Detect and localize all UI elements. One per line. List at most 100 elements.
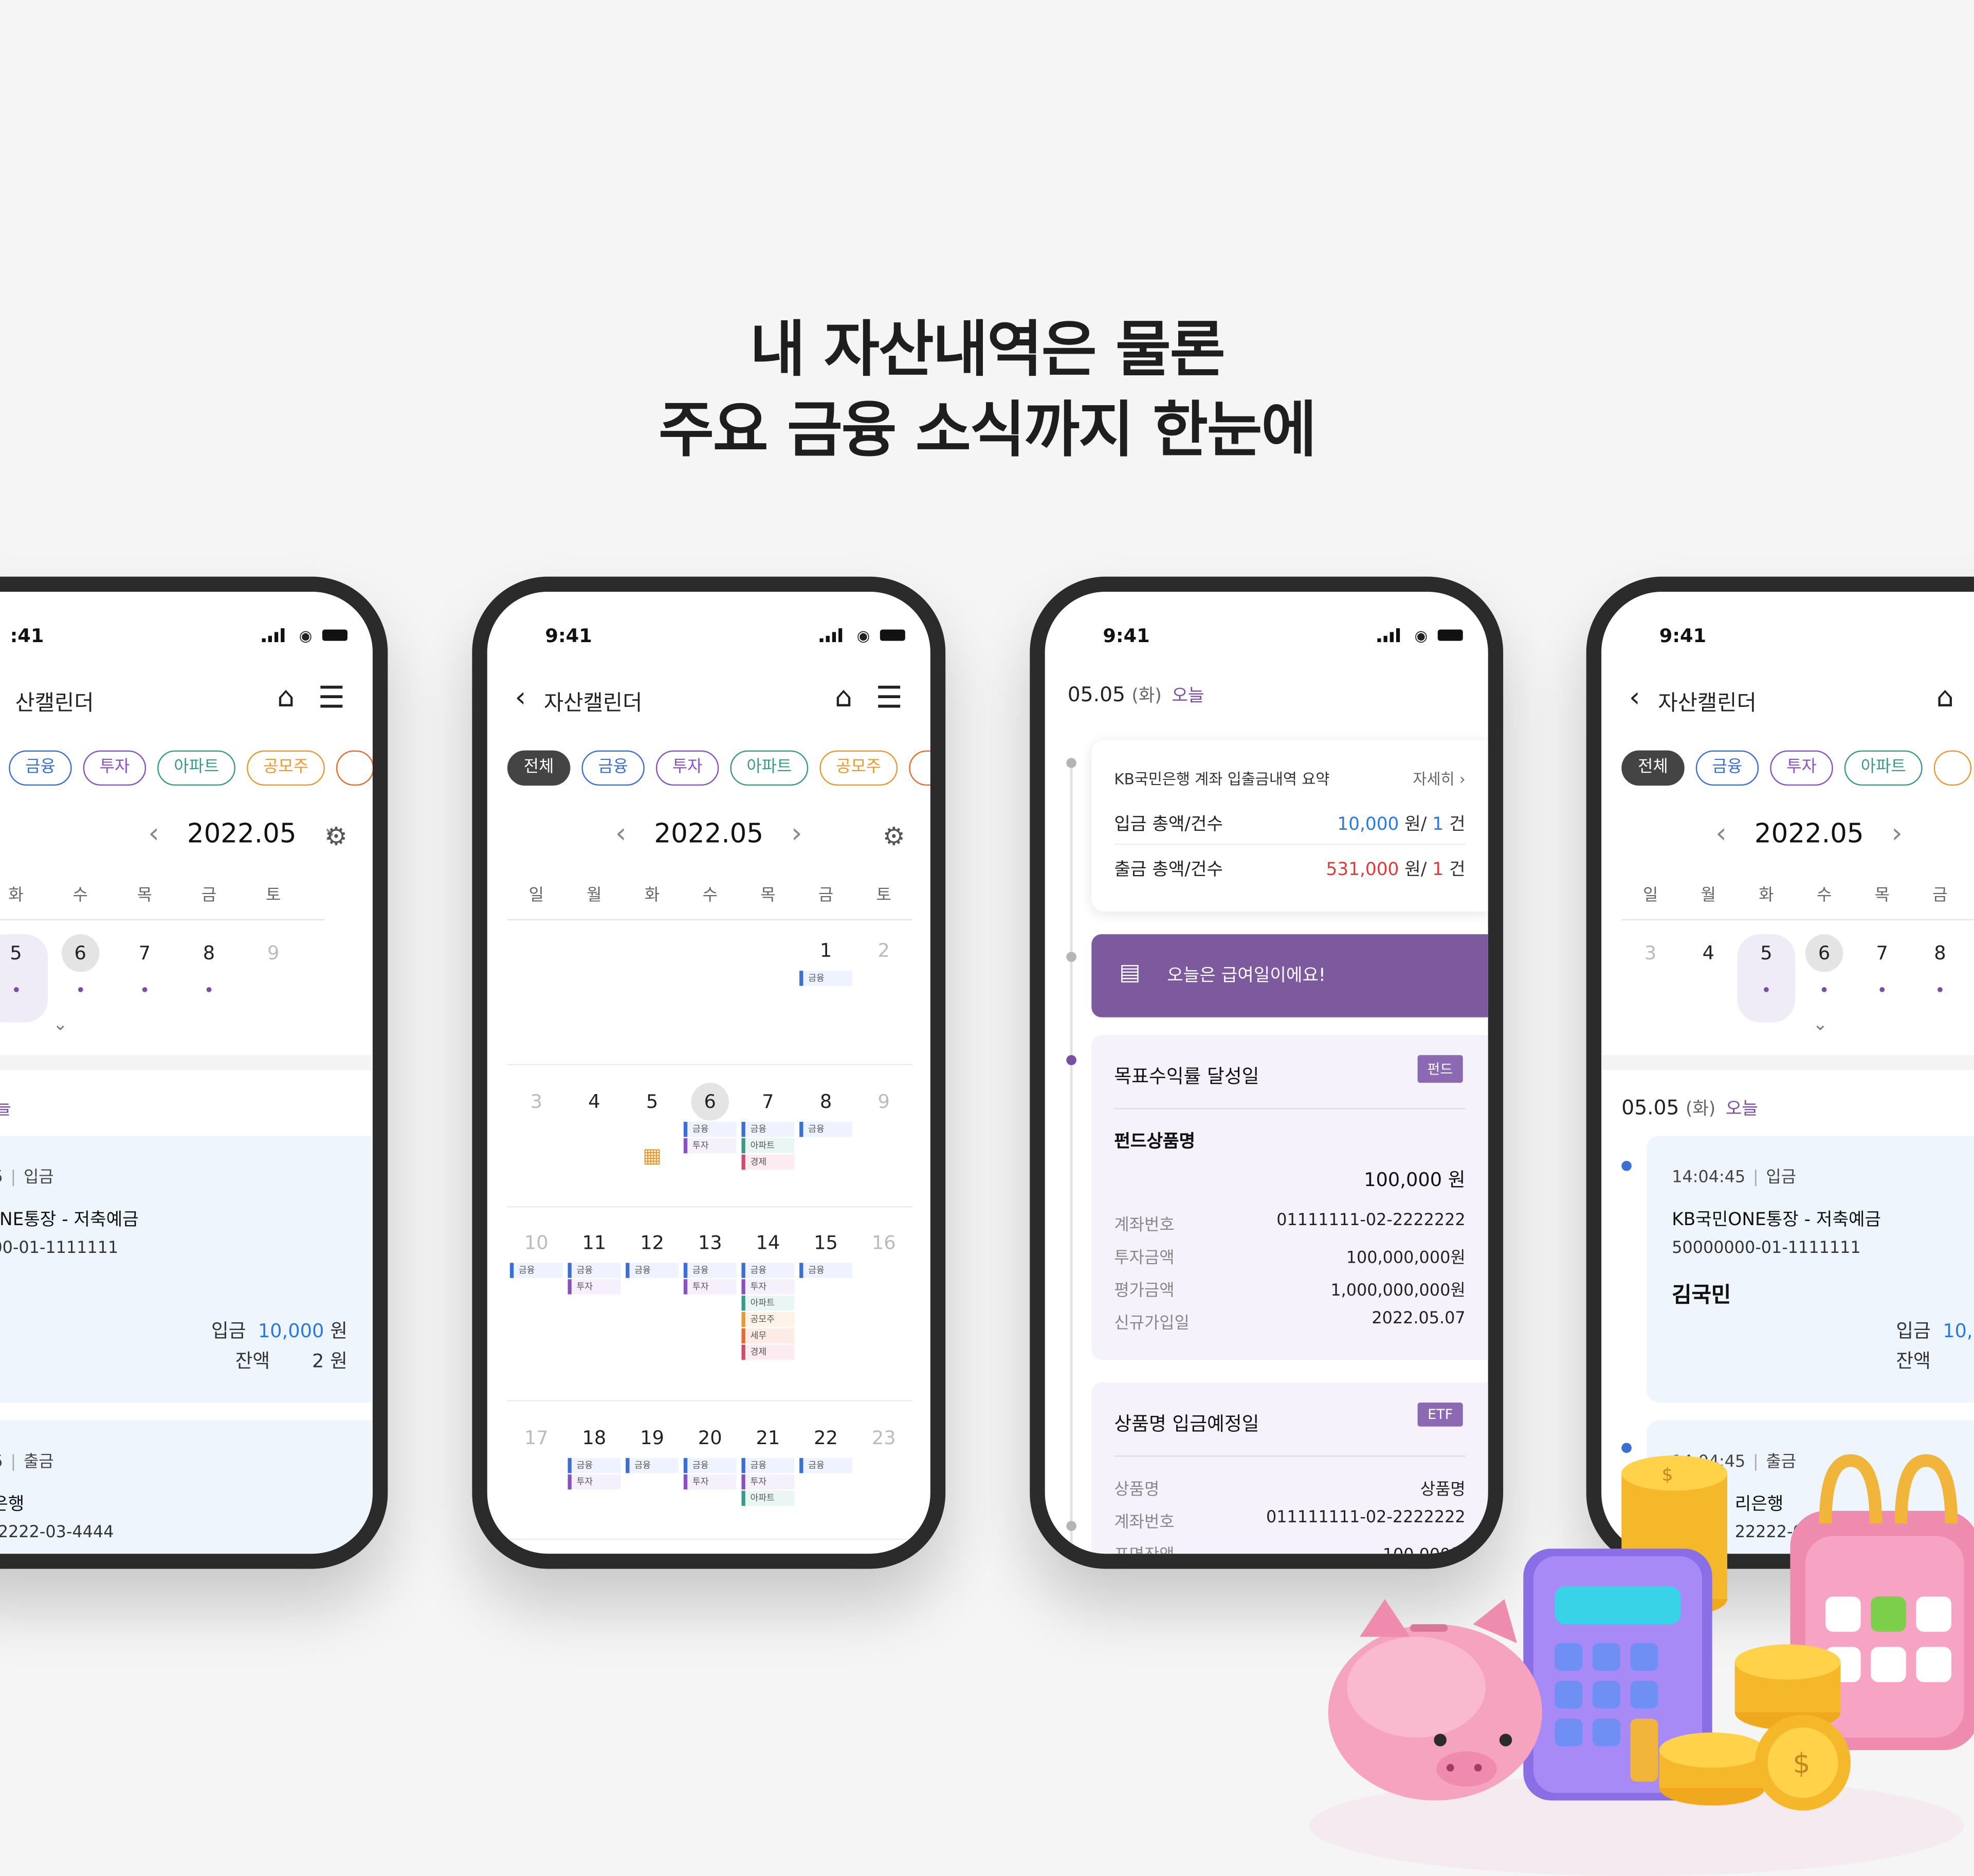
calendar-day[interactable]: 20 금융 투자 [681, 1419, 739, 1507]
calendar-day[interactable]: 7 [1853, 934, 1911, 1022]
calendar-day-selected[interactable]: 5 [1737, 934, 1796, 1023]
chip-invest[interactable]: 투자 [83, 750, 147, 786]
calendar-day-selected[interactable]: 5 [0, 934, 48, 1023]
signal-icon [1377, 628, 1400, 642]
back-chevron-icon[interactable]: ‹ [515, 682, 526, 714]
calendar-day[interactable]: 4 [1679, 934, 1738, 1022]
weekday: 목 [137, 886, 152, 905]
chip-invest[interactable]: 투자 [656, 750, 719, 786]
chip-finance[interactable]: 금융 [1695, 750, 1759, 786]
weekday: 수 [72, 886, 88, 905]
calendar-day[interactable]: 21 금융 투자 아파트 [739, 1419, 797, 1507]
tx-balance: 잔액 2 원 [235, 1350, 348, 1373]
calendar-day[interactable]: 16 [855, 1224, 913, 1312]
chip-more[interactable] [336, 750, 373, 786]
month-label: 2022.05 [187, 818, 297, 849]
chip-finance[interactable]: 금융 [9, 750, 72, 786]
status-bar: 9:41 ◉ [487, 592, 930, 652]
menu-icon[interactable]: ☰ [875, 680, 903, 715]
settings-gear-icon[interactable]: ⚙ [883, 821, 905, 851]
calendar-day[interactable]: 2 [855, 932, 913, 1019]
expand-chevron-icon[interactable]: ⌄ [1813, 1015, 1828, 1035]
tx-balance: 잔액 [1896, 1350, 1931, 1373]
chip-more[interactable] [909, 750, 930, 786]
menu-icon[interactable]: ☰ [318, 680, 345, 715]
account-summary-card[interactable]: KB국민은행 계좌 입출금내역 요약 자세히 › 입금 총액/건수 10,000… [1091, 740, 1488, 912]
calendar-day[interactable]: 13 금융 투자 [681, 1224, 739, 1312]
calendar-day[interactable]: 1 금융 [797, 932, 855, 1019]
calendar-day-today[interactable]: 6 [48, 934, 113, 1022]
tx-amount: 입금 10,000 원 [211, 1319, 348, 1342]
next-month-icon[interactable]: › [1891, 818, 1903, 850]
expand-chevron-icon[interactable]: ⌄ [53, 1015, 68, 1035]
svg-text:$: $ [1662, 1465, 1673, 1485]
calendar-day[interactable]: 8 [177, 934, 241, 1022]
calendar-day-today[interactable]: 6 [1795, 934, 1853, 1022]
calendar-day[interactable]: 12 금융 [623, 1224, 681, 1312]
calendar-week: 17 18 금융 투자 19 금융 20 금융 투자 21 금융 투자 아파트 22 금융 23 [507, 1419, 913, 1545]
calendar-day[interactable]: 19 금융 [623, 1419, 681, 1507]
date-header: 05.05 (화) 오늘 [1067, 682, 1204, 706]
goal-card[interactable]: 목표수익률 달성일 펀드 펀드상품명 100,000 원 계좌번호 0111111… [1091, 1035, 1488, 1360]
calendar-day[interactable]: 15 금융 [797, 1224, 855, 1312]
payday-banner[interactable]: ▤ 오늘은 급여일이에요! [1091, 934, 1488, 1017]
next-month-icon[interactable]: › [791, 818, 802, 850]
calendar-day[interactable]: 11 금융 투자 [565, 1224, 624, 1312]
back-chevron-icon[interactable]: ‹ [1629, 682, 1640, 714]
chip-apartment[interactable]: 아파트 [157, 750, 236, 786]
transaction-card-deposit[interactable]: 14:04:45|입금 KB국민ONE통장 - 저축예금 50000000-01… [1647, 1135, 1974, 1403]
tx-bank: KB국민ONE통장 - 저축예금 [0, 1210, 139, 1230]
home-icon[interactable]: ⌂ [835, 682, 852, 714]
app-bar: ‹ 자산캘린더 ⌂ ☰ [487, 667, 930, 730]
calendar-day[interactable]: 7 금융 아파트 경제 [739, 1083, 797, 1171]
chip-apartment[interactable]: 아파트 [730, 750, 809, 786]
summary-title: KB국민은행 계좌 입출금내역 요약 [1114, 770, 1330, 789]
goal-title: 목표수익률 달성일 [1114, 1065, 1259, 1088]
prev-month-icon[interactable]: ‹ [615, 818, 627, 850]
summary-more-link[interactable]: 자세히 › [1413, 768, 1465, 790]
month-nav: ‹ 2022.05 › [1601, 818, 1974, 850]
calendar-day[interactable]: 5 ▦ [623, 1083, 681, 1171]
headline-line-2: 주요 금융 소식까지 한눈에 [658, 395, 1317, 466]
calendar-day[interactable]: 17 [507, 1419, 565, 1507]
calendar-day[interactable]: 10 금융 [507, 1224, 565, 1312]
calendar-day[interactable]: 3 [1621, 934, 1679, 1022]
calendar-day[interactable]: 8 금융 [797, 1083, 855, 1171]
payday-text: 오늘은 급여일이에요! [1167, 966, 1326, 986]
tx-account: 011-2222222-03-4444 [0, 1523, 114, 1543]
chip-ipo[interactable]: 공모주 [819, 750, 898, 786]
weekday: 토 [266, 886, 281, 905]
calendar-day[interactable]: 3 [507, 1083, 565, 1171]
home-icon[interactable]: ⌂ [1936, 682, 1954, 714]
calendar-day[interactable]: 18 금융 투자 [565, 1419, 624, 1507]
chip-invest[interactable]: 투자 [1770, 750, 1833, 786]
status-time: 9:41 [1659, 624, 1707, 647]
calendar-day[interactable]: 14 금융 투자 아파트 공모주 세무 경제 [739, 1224, 797, 1360]
phone-3-screen: 9:41 ◉ 05.05 (화) 오늘 KB국민은행 계좌 입출금내역 요약 자세… [1045, 592, 1488, 1554]
chip-ipo[interactable] [1933, 750, 1972, 786]
calendar-day[interactable]: 7 [113, 934, 177, 1022]
settings-gear-icon[interactable]: ⚙ [325, 821, 348, 851]
calendar-day[interactable]: 8 [1911, 934, 1969, 1022]
weekday: 금 [201, 886, 217, 905]
transaction-card-deposit[interactable]: 14:04:45|입금 KB국민ONE통장 - 저축예금 50000000-01… [0, 1135, 373, 1403]
calendar-day[interactable]: 22 금융 [797, 1419, 855, 1507]
deposit-label: 입금 총액/건수 [1114, 814, 1223, 835]
calendar-day[interactable]: 23 [855, 1419, 913, 1507]
chip-ipo[interactable]: 공모주 [247, 750, 325, 786]
calendar-day[interactable]: 9 [855, 1083, 913, 1171]
calendar-day[interactable]: 9 [241, 934, 305, 1022]
prev-month-icon[interactable]: ‹ [1715, 818, 1727, 850]
chip-all[interactable]: 전체 [1621, 750, 1685, 786]
chip-finance[interactable]: 금융 [581, 750, 645, 786]
transaction-card-withdraw[interactable]: 14:04:45|출금 (주)우리은행 011-2222222-03-4444 [0, 1420, 373, 1554]
prev-month-icon[interactable]: ‹ [148, 818, 159, 850]
calendar-day-today[interactable]: 6 금융 투자 [681, 1083, 739, 1171]
status-time: 9:41 [1103, 624, 1150, 647]
home-icon[interactable]: ⌂ [277, 682, 295, 714]
calendar-day[interactable]: 4 [565, 1083, 624, 1171]
tx-meta: 14:04:45|출금 [0, 1453, 54, 1472]
wifi-icon: ◉ [1414, 627, 1428, 645]
chip-apartment[interactable]: 아파트 [1844, 750, 1923, 786]
chip-all[interactable]: 전체 [507, 750, 571, 786]
